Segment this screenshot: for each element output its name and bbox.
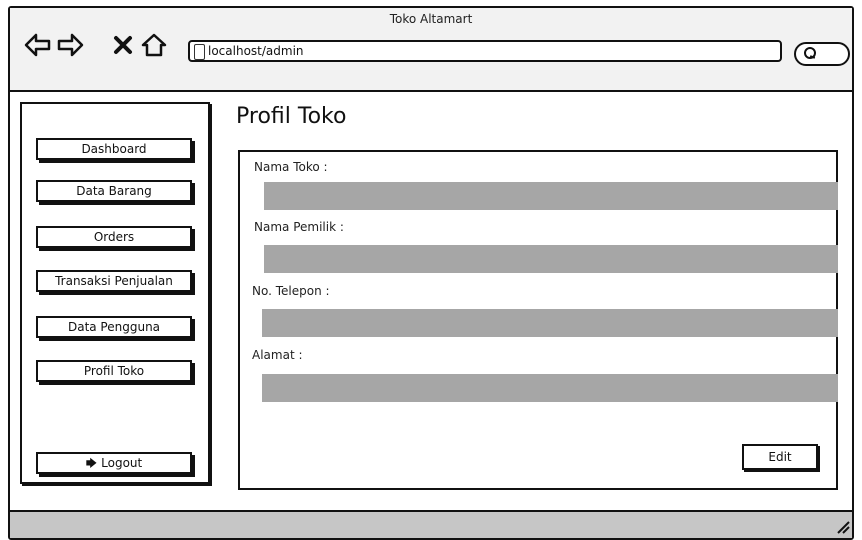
sidebar-item-dashboard[interactable]: Dashboard bbox=[36, 138, 192, 160]
field-label-alamat: Alamat : bbox=[252, 348, 303, 362]
nama-toko-field[interactable] bbox=[264, 182, 838, 210]
search-icon bbox=[804, 47, 816, 59]
logout-button[interactable]: 🡆 Logout bbox=[36, 452, 192, 474]
sidebar-item-profil-toko[interactable]: Profil Toko bbox=[36, 360, 192, 382]
back-arrow-icon[interactable] bbox=[24, 32, 52, 58]
nama-pemilik-field[interactable] bbox=[264, 245, 838, 273]
no-telepon-field[interactable] bbox=[262, 309, 838, 337]
search-button[interactable] bbox=[794, 42, 850, 66]
field-label-no-telepon: No. Telepon : bbox=[252, 284, 330, 298]
status-bar bbox=[10, 510, 852, 538]
edit-button[interactable]: Edit bbox=[742, 444, 818, 470]
close-icon[interactable] bbox=[112, 32, 134, 58]
logout-icon: 🡆 bbox=[85, 457, 98, 470]
resize-grip-icon[interactable] bbox=[836, 520, 850, 534]
sidebar-item-transaksi-penjualan[interactable]: Transaksi Penjualan bbox=[36, 270, 192, 292]
logout-label: Logout bbox=[101, 456, 143, 470]
sidebar-item-data-pengguna[interactable]: Data Pengguna bbox=[36, 316, 192, 338]
field-label-nama-toko: Nama Toko : bbox=[254, 160, 328, 174]
browser-toolbar: Toko Altamart localhost/admin bbox=[10, 8, 852, 92]
window-title: Toko Altamart bbox=[389, 12, 473, 26]
alamat-field[interactable] bbox=[262, 374, 838, 402]
home-icon[interactable] bbox=[140, 32, 168, 58]
sidebar-item-orders[interactable]: Orders bbox=[36, 226, 192, 248]
forward-arrow-icon[interactable] bbox=[56, 32, 84, 58]
field-label-nama-pemilik: Nama Pemilik : bbox=[254, 220, 344, 234]
address-bar[interactable]: localhost/admin bbox=[188, 40, 782, 62]
url-text: localhost/admin bbox=[208, 44, 304, 58]
sidebar-nav: Dashboard Data Barang Orders Transaksi P… bbox=[20, 102, 210, 484]
page-title: Profil Toko bbox=[236, 104, 347, 129]
sidebar-item-data-barang[interactable]: Data Barang bbox=[36, 180, 192, 202]
